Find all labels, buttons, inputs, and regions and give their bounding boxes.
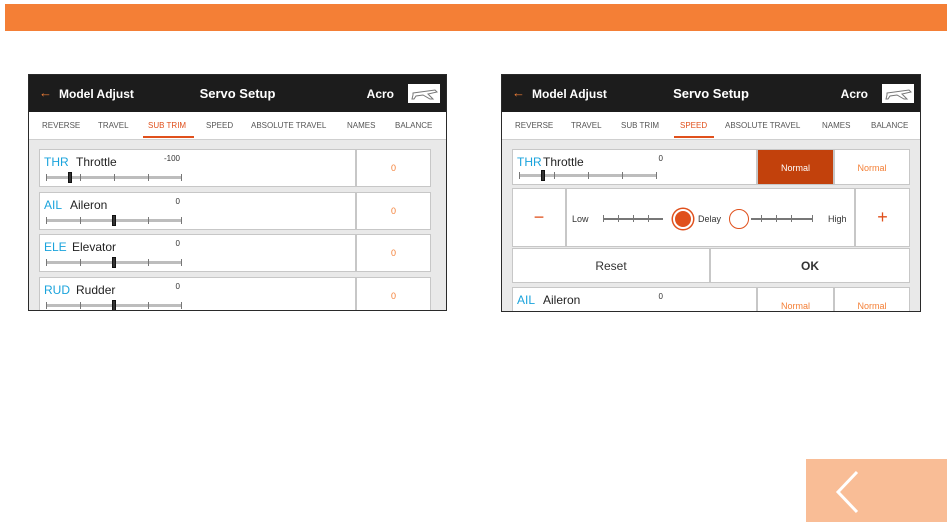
tab-travel[interactable]: TRAVEL bbox=[98, 121, 129, 130]
channel-value: 0 bbox=[175, 197, 180, 206]
channel-name: Aileron bbox=[70, 198, 108, 212]
tab-balance[interactable]: BALANCE bbox=[871, 121, 908, 130]
tab-names[interactable]: NAMES bbox=[347, 121, 375, 130]
delay-editor: Low Delay High bbox=[566, 188, 855, 247]
channel-name: Throttle bbox=[76, 155, 117, 169]
value-cell[interactable]: 0 bbox=[356, 192, 431, 230]
ok-button[interactable]: OK bbox=[710, 248, 910, 283]
model-name: Acro bbox=[840, 87, 868, 101]
active-tab-indicator bbox=[674, 136, 714, 138]
button-label: Normal bbox=[857, 301, 887, 311]
servo-setup-subtrim-screen: ← Model Adjust Servo Setup Acro REVERSE … bbox=[28, 74, 447, 311]
top-banner bbox=[5, 4, 947, 31]
slider-thumb[interactable] bbox=[112, 257, 116, 268]
slider-thumb[interactable] bbox=[112, 300, 116, 310]
channel-row-throttle[interactable]: THR Throttle 0 bbox=[512, 149, 757, 185]
channel-row-elevator[interactable]: ELE Elevator 0 bbox=[39, 234, 356, 272]
tab-balance[interactable]: BALANCE bbox=[395, 121, 432, 130]
channel-value: 0 bbox=[175, 239, 180, 248]
decrease-button[interactable]: − bbox=[512, 188, 566, 247]
servo-setup-speed-screen: ← Model Adjust Servo Setup Acro REVERSE … bbox=[501, 74, 921, 312]
tab-travel[interactable]: TRAVEL bbox=[571, 121, 602, 130]
delay-track-left bbox=[603, 215, 663, 222]
delay-knob[interactable] bbox=[729, 209, 749, 229]
channel-row-aileron[interactable]: AIL Aileron 0 bbox=[512, 287, 757, 311]
channel-code: THR bbox=[517, 155, 542, 169]
tab-names[interactable]: NAMES bbox=[822, 121, 850, 130]
channel-name: Elevator bbox=[72, 240, 117, 254]
header-bar: ← Model Adjust Servo Setup Acro bbox=[29, 75, 446, 112]
chevron-left-icon bbox=[835, 470, 859, 514]
speed-up-button[interactable]: Normal bbox=[757, 287, 834, 311]
speed-down-button[interactable]: Normal bbox=[834, 149, 910, 185]
subtrim-slider[interactable] bbox=[46, 300, 182, 310]
header-bar: ← Model Adjust Servo Setup Acro bbox=[502, 75, 920, 112]
channel-value: 0 bbox=[658, 292, 663, 301]
delay-knob-active[interactable] bbox=[673, 209, 693, 229]
tab-speed[interactable]: SPEED bbox=[680, 121, 707, 130]
airplane-icon bbox=[408, 84, 440, 103]
channel-code: RUD bbox=[44, 283, 70, 297]
tab-reverse[interactable]: REVERSE bbox=[42, 121, 80, 130]
tab-sub-trim[interactable]: SUB TRIM bbox=[148, 121, 186, 130]
tab-bar: REVERSE TRAVEL SUB TRIM SPEED ABSOLUTE T… bbox=[502, 112, 920, 140]
subtrim-slider[interactable] bbox=[46, 257, 182, 268]
channel-code: THR bbox=[44, 155, 69, 169]
high-label: High bbox=[828, 214, 847, 224]
position-slider[interactable] bbox=[519, 170, 657, 181]
speed-up-button[interactable]: Normal bbox=[757, 149, 834, 185]
value-cell[interactable]: 0 bbox=[356, 149, 431, 187]
active-tab-indicator bbox=[143, 136, 194, 138]
reset-button[interactable]: Reset bbox=[512, 248, 710, 283]
channel-value: -100 bbox=[163, 154, 180, 163]
previous-page-button[interactable] bbox=[806, 459, 947, 522]
subtrim-slider[interactable] bbox=[46, 215, 182, 226]
button-label: Normal bbox=[780, 163, 810, 173]
tab-sub-trim[interactable]: SUB TRIM bbox=[621, 121, 659, 130]
channel-name: Throttle bbox=[543, 155, 584, 169]
tab-absolute-travel[interactable]: ABSOLUTE TRAVEL bbox=[251, 121, 326, 130]
value-text: 0 bbox=[390, 248, 396, 258]
channel-value: 0 bbox=[658, 154, 663, 163]
tab-reverse[interactable]: REVERSE bbox=[515, 121, 553, 130]
channel-code: ELE bbox=[44, 240, 67, 254]
channel-row-aileron[interactable]: AIL Aileron 0 bbox=[39, 192, 356, 230]
increase-button[interactable]: + bbox=[855, 188, 910, 247]
channel-row-throttle[interactable]: THR Throttle -100 bbox=[39, 149, 356, 187]
subtrim-slider[interactable] bbox=[46, 172, 182, 183]
button-label: Normal bbox=[780, 301, 810, 311]
value-text: 0 bbox=[390, 291, 396, 301]
model-name: Acro bbox=[366, 87, 394, 101]
tab-speed[interactable]: SPEED bbox=[206, 121, 233, 130]
value-cell[interactable]: 0 bbox=[356, 277, 431, 310]
channel-value: 0 bbox=[175, 282, 180, 291]
value-cell[interactable]: 0 bbox=[356, 234, 431, 272]
channel-code: AIL bbox=[44, 198, 63, 212]
channel-row-rudder[interactable]: RUD Rudder 0 bbox=[39, 277, 356, 310]
delay-label: Delay bbox=[698, 214, 722, 224]
low-label: Low bbox=[572, 214, 589, 224]
slider-thumb[interactable] bbox=[112, 215, 116, 226]
value-text: 0 bbox=[390, 206, 396, 216]
channel-name: Aileron bbox=[543, 293, 581, 307]
ok-label: OK bbox=[801, 259, 819, 273]
channel-code: AIL bbox=[517, 293, 536, 307]
delay-track-right bbox=[751, 215, 813, 222]
airplane-icon bbox=[882, 84, 914, 103]
channel-name: Rudder bbox=[76, 283, 116, 297]
value-text: 0 bbox=[390, 163, 396, 173]
tab-bar: REVERSE TRAVEL SUB TRIM SPEED ABSOLUTE T… bbox=[29, 112, 446, 140]
slider-thumb[interactable] bbox=[67, 172, 72, 183]
reset-label: Reset bbox=[595, 259, 627, 273]
tab-absolute-travel[interactable]: ABSOLUTE TRAVEL bbox=[725, 121, 800, 130]
speed-down-button[interactable]: Normal bbox=[834, 287, 910, 311]
button-label: Normal bbox=[857, 163, 887, 173]
plus-icon: + bbox=[877, 207, 888, 227]
slider-thumb[interactable] bbox=[541, 170, 546, 181]
minus-icon: − bbox=[533, 207, 545, 227]
